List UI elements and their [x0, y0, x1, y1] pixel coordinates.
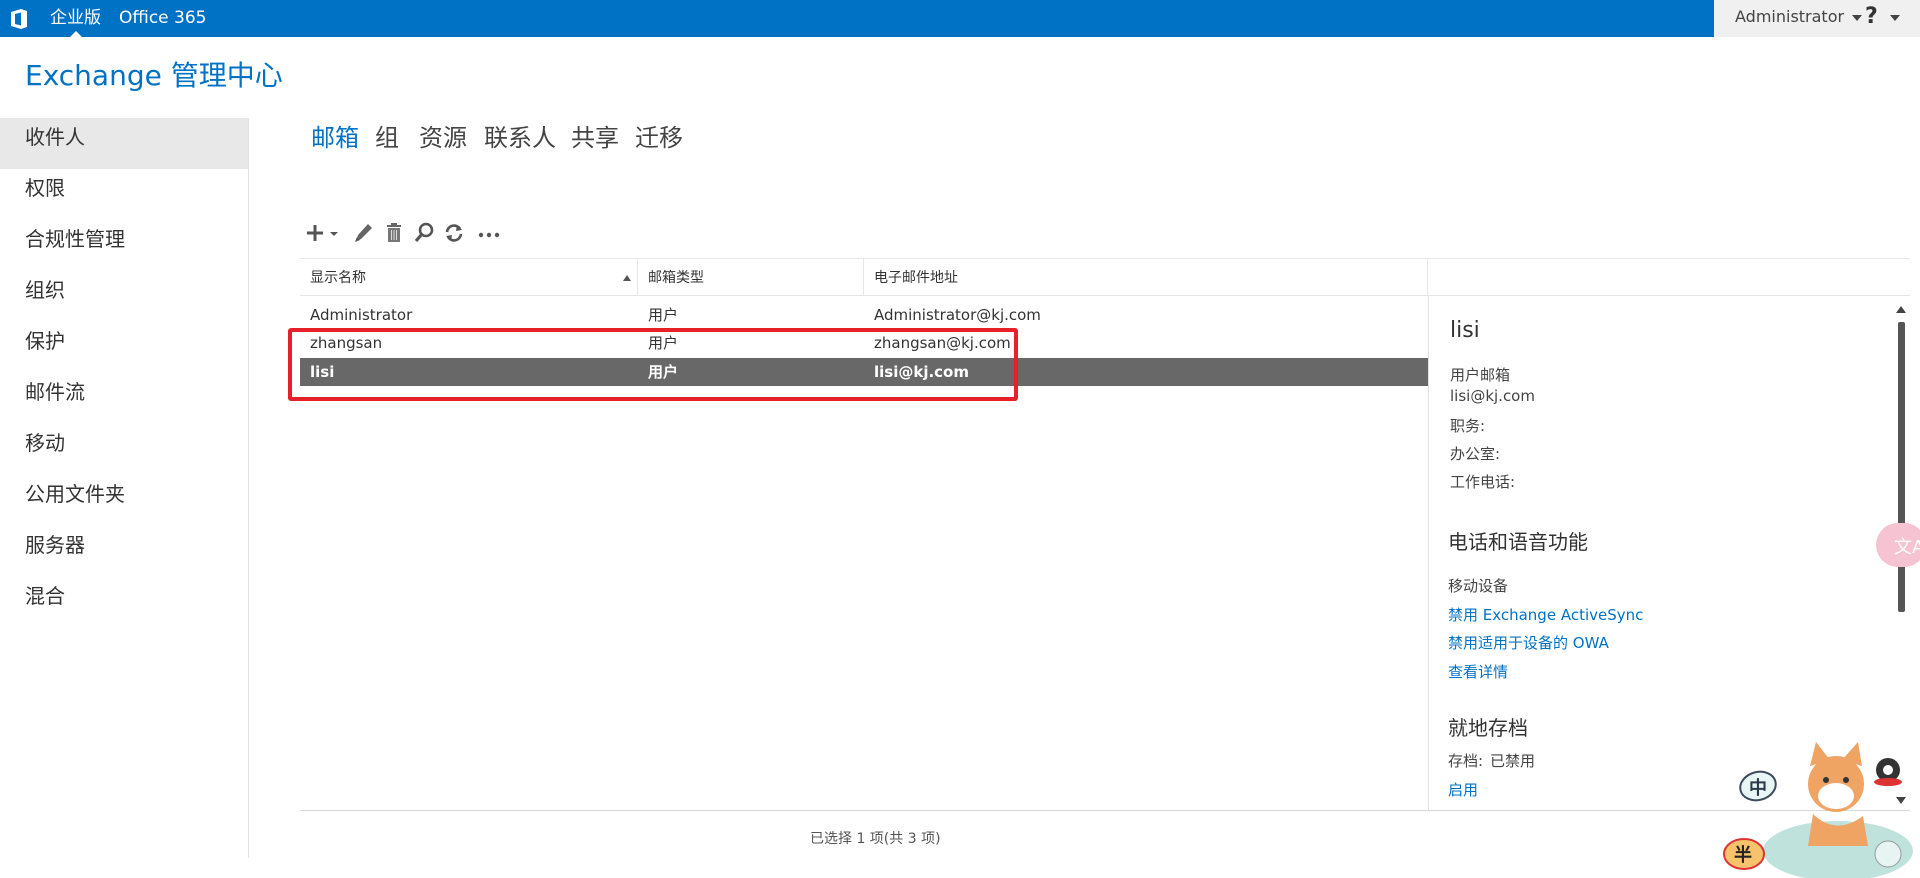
tab-shared[interactable]: 共享 [571, 118, 619, 153]
column-header-label: 显示名称 [310, 270, 366, 286]
details-name: lisi [1450, 318, 1480, 343]
details-office-label: 办公室: [1450, 445, 1501, 463]
disable-owa-link[interactable]: 禁用适用于设备的 OWA [1448, 632, 1609, 653]
tab-groups[interactable]: 组 [375, 118, 399, 153]
enable-archive-link[interactable]: 启用 [1448, 779, 1478, 800]
translate-bubble[interactable]: 文A [1876, 523, 1920, 567]
search-icon[interactable] [413, 221, 435, 245]
top-bar: 企业版 Office 365 Administrator ? [0, 0, 1920, 37]
tab-resources[interactable]: 资源 [419, 118, 467, 153]
tab-contacts[interactable]: 联系人 [484, 118, 556, 153]
scrollbar-thumb[interactable] [1898, 322, 1905, 612]
cell-email: Administrator@kj.com [874, 306, 1041, 324]
delete-icon[interactable] [384, 221, 404, 245]
details-work-phone-label: 工作电话: [1450, 473, 1516, 491]
edit-icon[interactable] [352, 221, 374, 245]
archive-value: 已禁用 [1490, 752, 1536, 770]
mobile-devices-label: 移动设备 [1448, 577, 1509, 595]
help-chevron-down-icon[interactable] [1890, 15, 1900, 21]
user-menu-button[interactable]: Administrator [1735, 0, 1844, 34]
column-header-label: 电子邮件地址 [874, 270, 958, 286]
details-title-label: 职务: [1450, 417, 1486, 435]
inplace-archive-heading: 就地存档 [1448, 716, 1528, 740]
nav-item-mobile[interactable]: 移动 [0, 424, 248, 475]
selection-status: 已选择 1 项(共 3 项) [810, 831, 941, 847]
add-icon[interactable] [305, 221, 341, 245]
ime-width-label: 半 [1734, 844, 1752, 866]
tab-migration[interactable]: 迁移 [635, 118, 683, 153]
details-mailbox-type: 用户邮箱 [1450, 366, 1511, 384]
help-button[interactable]: ? [1865, 0, 1878, 34]
user-menu-chevron-down-icon[interactable] [1852, 15, 1862, 21]
sort-ascending-icon [623, 275, 631, 281]
refresh-icon[interactable] [443, 221, 465, 245]
office-logo-icon[interactable] [9, 8, 29, 30]
table-row[interactable]: Administrator 用户 Administrator@kj.com [300, 301, 1428, 329]
grid-bottom-border [300, 810, 1910, 811]
ime-mode-label: 中 [1749, 777, 1767, 799]
translate-icon: 文A [1894, 537, 1920, 558]
archive-label: 存档: [1448, 752, 1484, 770]
more-icon[interactable] [477, 221, 501, 245]
nav-item-compliance[interactable]: 合规性管理 [0, 220, 248, 271]
column-header-label: 邮箱类型 [648, 270, 704, 286]
view-details-link[interactable]: 查看详情 [1448, 661, 1508, 682]
phone-voice-heading: 电话和语音功能 [1448, 530, 1588, 554]
left-navigation: 收件人 权限 合规性管理 组织 保护 邮件流 移动 公用文件夹 服务器 混合 [0, 118, 249, 858]
cell-display-name: Administrator [310, 306, 413, 324]
enterprise-nav-link[interactable]: 企业版 [50, 0, 101, 37]
scroll-up-arrow-icon[interactable] [1896, 306, 1906, 313]
details-email: lisi@kj.com [1450, 387, 1535, 405]
nav-item-hybrid[interactable]: 混合 [0, 577, 248, 628]
details-pane: lisi 用户邮箱 lisi@kj.com 职务: 办公室: 工作电话: 电话和… [1428, 298, 1878, 810]
grid-header: 显示名称 邮箱类型 电子邮件地址 [300, 258, 1910, 296]
nav-item-recipients[interactable]: 收件人 [0, 118, 248, 169]
user-area: Administrator ? [1714, 0, 1920, 37]
tab-mailboxes[interactable]: 邮箱 [311, 118, 359, 153]
column-header-email[interactable]: 电子邮件地址 [864, 259, 1428, 296]
nav-item-protection[interactable]: 保护 [0, 322, 248, 373]
page-title: Exchange 管理中心 [25, 59, 283, 92]
column-header-mailbox-type[interactable]: 邮箱类型 [638, 259, 864, 296]
highlight-annotation [288, 328, 1018, 401]
nav-item-servers[interactable]: 服务器 [0, 526, 248, 577]
nav-item-organization[interactable]: 组织 [0, 271, 248, 322]
column-header-display-name[interactable]: 显示名称 [300, 259, 638, 296]
office365-nav-link[interactable]: Office 365 [119, 0, 206, 37]
cell-mailbox-type: 用户 [648, 306, 679, 324]
nav-item-mail-flow[interactable]: 邮件流 [0, 373, 248, 424]
ime-mascot-widget[interactable]: 中 半 [1718, 736, 1918, 878]
disable-activesync-link[interactable]: 禁用 Exchange ActiveSync [1448, 604, 1643, 625]
nav-item-public-folders[interactable]: 公用文件夹 [0, 475, 248, 526]
nav-item-permissions[interactable]: 权限 [0, 169, 248, 220]
